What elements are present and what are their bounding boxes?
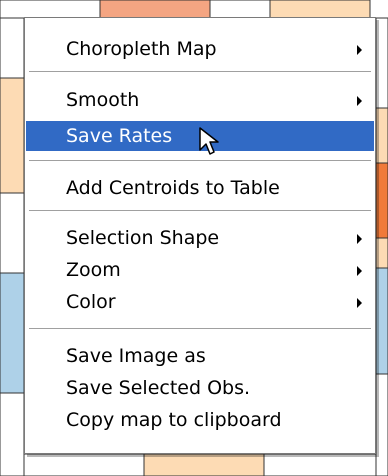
menu-separator [29,210,371,212]
submenu-arrow-icon [357,234,362,244]
menu-item-label: Color [66,291,116,313]
menu-item-color[interactable]: Color [26,287,374,317]
submenu-arrow-icon [357,96,362,106]
menu-item-copy-map[interactable]: Copy map to clipboard [26,405,374,435]
menu-item-label: Selection Shape [66,227,220,249]
arrow-cursor-icon [199,127,219,155]
menu-item-label: Zoom [66,259,121,281]
menu-item-label: Copy map to clipboard [66,409,282,431]
menu-item-smooth[interactable]: Smooth [26,85,374,115]
menu-separator [29,71,371,73]
menu-item-selection-shape[interactable]: Selection Shape [26,223,374,253]
menu-item-label: Smooth [66,89,140,111]
menu-item-save-image-as[interactable]: Save Image as [26,341,374,371]
menu-item-label: Save Selected Obs. [66,377,251,399]
menu-item-choropleth-map[interactable]: Choropleth Map [26,34,374,64]
submenu-arrow-icon [357,298,362,308]
menu-item-label: Save Rates [66,125,173,147]
menu-item-zoom[interactable]: Zoom [26,255,374,285]
submenu-arrow-icon [357,45,362,55]
menu-item-label: Choropleth Map [66,38,217,60]
menu-item-label: Add Centroids to Table [66,177,280,199]
menu-item-add-centroids[interactable]: Add Centroids to Table [26,173,374,203]
menu-item-save-selected-obs[interactable]: Save Selected Obs. [26,373,374,403]
submenu-arrow-icon [357,266,362,276]
menu-item-label: Save Image as [66,345,206,367]
context-menu: Choropleth Map Smooth Save Rates Add Cen… [24,17,376,454]
menu-separator [29,328,371,330]
